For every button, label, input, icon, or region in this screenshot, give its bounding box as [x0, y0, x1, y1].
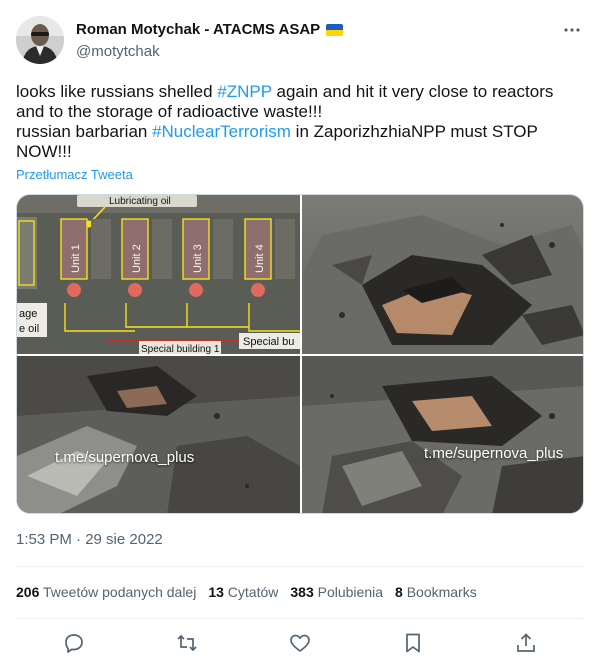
translate-tweet-link[interactable]: Przetłumacz Tweeta [16, 167, 133, 182]
oil-label-fragment: e oil [19, 323, 39, 335]
tweet-timestamp[interactable]: 1:53 PM · 29 sie 2022 [16, 531, 163, 548]
avatar[interactable] [16, 16, 64, 64]
divider [16, 566, 584, 567]
share-button[interactable] [514, 631, 538, 655]
more-options-button[interactable] [562, 20, 582, 40]
bookmarks-label: Bookmarks [406, 584, 477, 600]
ukraine-flag-icon [326, 24, 344, 36]
text-segment: russian barbarian [16, 122, 153, 141]
media-grid: Lubricating oil Unit 1 Unit 2 Unit 3 Uni… [16, 194, 584, 514]
reply-button[interactable] [62, 631, 86, 655]
author-block: Roman Motychak - ATACMS ASAP @motytchak [76, 20, 344, 62]
divider [16, 618, 584, 619]
bookmarks-stat[interactable]: 8 Bookmarks [395, 584, 477, 600]
retweet-icon [177, 634, 197, 652]
retweets-label: Tweetów podanych dalej [43, 584, 197, 600]
tweet-text: looks like russians shelled #ZNPP again … [16, 82, 576, 162]
share-icon [517, 633, 535, 652]
likes-stat[interactable]: 383 Polubienia [290, 584, 383, 600]
retweets-stat[interactable]: 206 Tweetów podanych dalej [16, 584, 196, 600]
media-image-2[interactable] [302, 195, 583, 354]
unit-3-label: Unit 3 [192, 244, 204, 273]
quotes-label: Cytatów [227, 584, 279, 600]
tweet-stats: 206 Tweetów podanych dalej 13 Cytatów 38… [16, 584, 477, 600]
like-button[interactable] [288, 631, 312, 655]
bookmark-button[interactable] [401, 631, 425, 655]
retweets-count: 206 [16, 584, 40, 600]
author-name-row[interactable]: Roman Motychak - ATACMS ASAP [76, 20, 344, 40]
bookmarks-count: 8 [395, 584, 403, 600]
watermark-text-1: t.me/supernova_plus [55, 449, 195, 466]
tweet: Roman Motychak - ATACMS ASAP @motytchak … [0, 0, 600, 668]
text-segment: again and hit it very close to reactors [271, 82, 554, 101]
special-building-2-label: Special bu [243, 336, 294, 348]
hashtag-znpp[interactable]: #ZNPP [217, 82, 272, 101]
tweet-text-line-1: looks like russians shelled #ZNPP again … [16, 82, 576, 102]
likes-count: 383 [290, 584, 314, 600]
more-icon [564, 28, 580, 32]
retweet-button[interactable] [175, 631, 199, 655]
unit-1-label: Unit 1 [70, 244, 82, 273]
special-building-1-label: Special building 1 [141, 344, 220, 354]
media-image-4[interactable]: t.me/supernova_plus [302, 356, 583, 513]
storage-label-fragment: age [19, 308, 37, 320]
likes-label: Polubienia [317, 584, 384, 600]
reply-icon [65, 634, 83, 653]
unit-2-label: Unit 2 [131, 244, 143, 273]
tweet-text-line-4: NOW!!! [16, 142, 72, 161]
bookmark-icon [406, 633, 420, 653]
quotes-stat[interactable]: 13 Cytatów [208, 584, 278, 600]
like-icon [290, 634, 310, 652]
tweet-text-line-3: russian barbarian #NuclearTerrorism in Z… [16, 122, 576, 142]
media-image-1[interactable]: Lubricating oil Unit 1 Unit 2 Unit 3 Uni… [17, 195, 300, 354]
text-segment: in ZaporizhzhiaNPP must STOP [290, 122, 538, 141]
quotes-count: 13 [208, 584, 224, 600]
author-handle[interactable]: @motytchak [76, 42, 343, 62]
unit-4-label: Unit 4 [254, 244, 266, 273]
watermark-text-2: t.me/supernova_plus [424, 445, 564, 462]
tweet-text-line-2: and to the storage of radioactive waste!… [16, 102, 323, 121]
text-segment: looks like russians shelled [16, 82, 218, 101]
lubricating-oil-label: Lubricating oil [109, 196, 171, 207]
author-name[interactable]: Roman Motychak - ATACMS ASAP [76, 20, 320, 40]
media-image-3[interactable]: t.me/supernova_plus [17, 356, 300, 513]
hashtag-nuclear-terrorism[interactable]: #NuclearTerrorism [152, 122, 291, 141]
tweet-actions-bar [0, 628, 600, 658]
